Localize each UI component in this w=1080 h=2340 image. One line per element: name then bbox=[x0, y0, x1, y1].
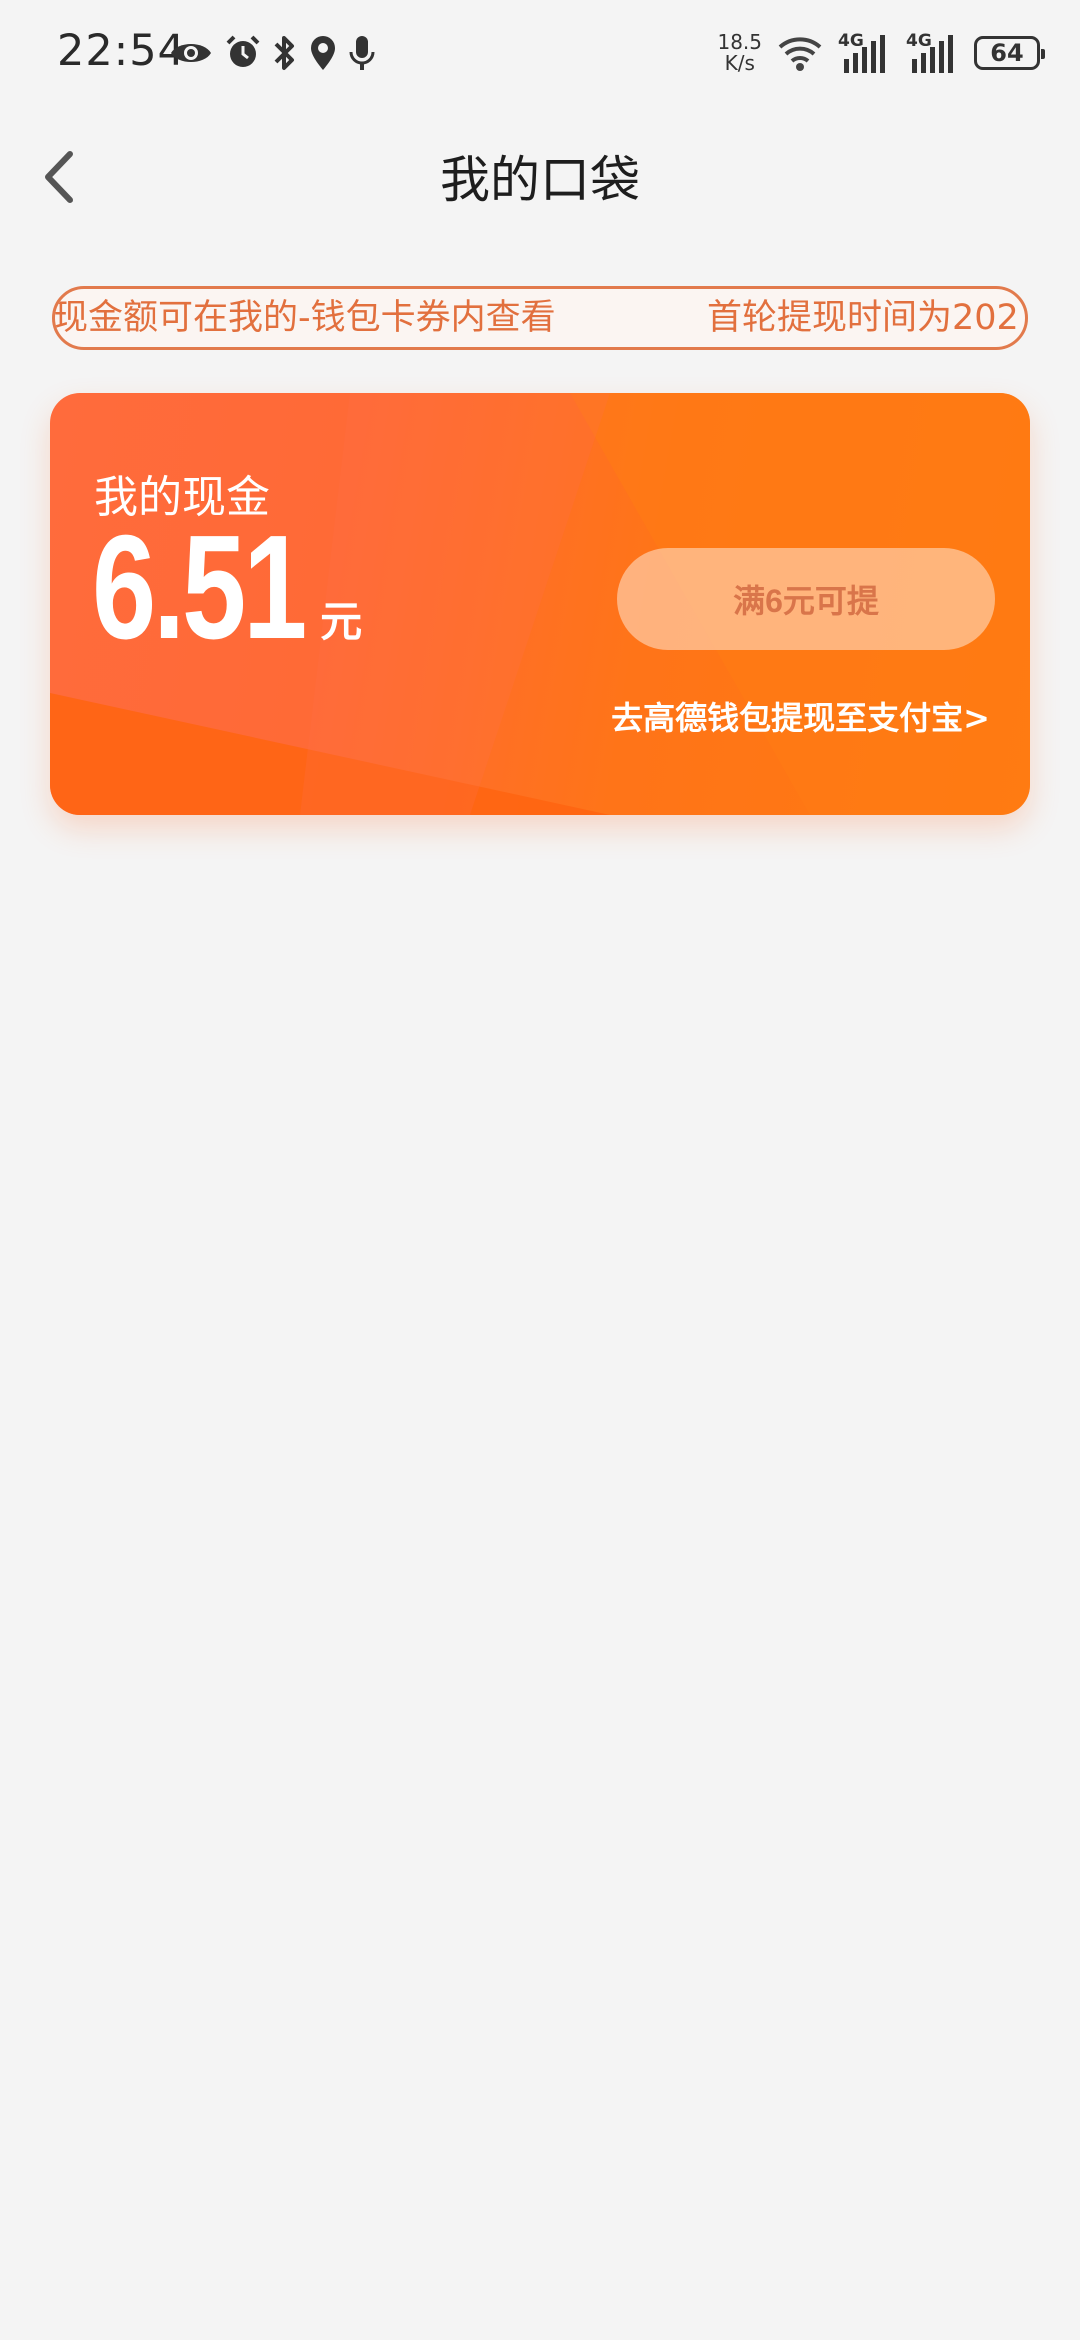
sim1-signal: 4G bbox=[838, 31, 892, 75]
withdraw-button[interactable]: 满6元可提 bbox=[617, 548, 995, 650]
signal-icon bbox=[844, 35, 885, 73]
alarm-icon bbox=[226, 35, 260, 67]
cash-amount: 6.51 元 bbox=[92, 513, 362, 663]
network-speed-value: 18.5 bbox=[717, 30, 762, 54]
status-bar: 22:54 18.5 K/s 4G 4G 64 bbox=[0, 0, 1080, 110]
status-icons bbox=[168, 30, 376, 76]
battery-icon: 64 bbox=[974, 36, 1045, 70]
app-header: 我的口袋 bbox=[0, 110, 1080, 240]
notice-marquee: 现金额可在我的-钱包卡券内查看 首轮提现时间为202 bbox=[52, 286, 1028, 350]
notice-message: 现金额可在我的-钱包卡券内查看 bbox=[53, 298, 556, 338]
cash-card: 我的现金 6.51 元 满6元可提 去高德钱包提现至支付宝> bbox=[50, 393, 1030, 815]
bluetooth-icon bbox=[274, 36, 294, 70]
page-title: 我的口袋 bbox=[440, 151, 640, 209]
status-time: 22:54 bbox=[57, 26, 186, 76]
wifi-icon bbox=[778, 37, 822, 71]
status-right: 18.5 K/s 4G 4G 64 bbox=[717, 28, 1045, 78]
location-icon bbox=[311, 36, 335, 70]
signal-icon bbox=[912, 35, 953, 73]
sim2-signal: 4G bbox=[906, 31, 960, 75]
network-speed-unit: K/s bbox=[724, 51, 755, 75]
cash-amount-unit: 元 bbox=[320, 597, 363, 646]
cash-amount-value: 6.51 bbox=[92, 505, 307, 670]
eye-icon bbox=[171, 44, 211, 62]
alipay-withdraw-link[interactable]: 去高德钱包提现至支付宝> bbox=[611, 693, 990, 739]
notice-message: 首轮提现时间为202 bbox=[707, 298, 1019, 338]
mic-icon bbox=[349, 36, 375, 70]
network-speed: 18.5 K/s bbox=[717, 32, 762, 74]
